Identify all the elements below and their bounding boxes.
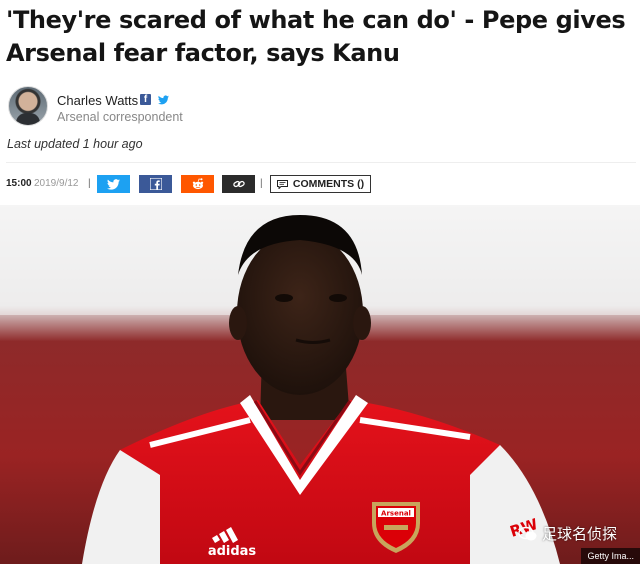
separator: | (88, 178, 91, 189)
separator: | (260, 178, 263, 189)
share-twitter-button[interactable] (97, 175, 130, 193)
twitter-icon (107, 178, 120, 190)
link-icon (232, 180, 245, 188)
divider (6, 162, 636, 163)
watermark-text: 足球名侦探 (542, 525, 618, 543)
author-twitter-icon[interactable] (158, 94, 169, 105)
crest-text: Arsenal (381, 510, 411, 518)
author-name[interactable]: Charles Watts (57, 93, 138, 108)
publish-date: 2019/9/12 (34, 178, 79, 189)
kit-brand: adidas (208, 544, 257, 559)
facebook-icon (149, 178, 162, 190)
watermark: 足球名侦探 (518, 523, 617, 544)
comments-button[interactable]: COMMENTS () (270, 175, 371, 193)
share-facebook-button[interactable] (139, 175, 172, 193)
photo-credit: Getty Ima... (581, 548, 640, 564)
share-toolbar: 15:00 2019/9/12 | | COMMENTS () (6, 174, 636, 194)
share-reddit-button[interactable] (181, 175, 214, 193)
last-updated: Last updated 1 hour ago (7, 137, 143, 151)
author-avatar[interactable] (8, 86, 48, 126)
comment-icon (276, 179, 288, 189)
comments-label: COMMENTS () (292, 178, 365, 190)
author-byline: Charles Watts f Arsenal correspondent (8, 86, 408, 126)
author-facebook-icon[interactable]: f (140, 94, 151, 105)
wechat-icon (518, 526, 537, 540)
author-role: Arsenal correspondent (57, 110, 183, 124)
publish-time: 15:00 (6, 178, 32, 189)
article-headline: 'They're scared of what he can do' - Pep… (6, 6, 626, 67)
copy-link-button[interactable] (222, 175, 255, 193)
article-hero-image[interactable]: Arsenal adidas RW Getty Ima... (0, 205, 640, 564)
reddit-icon (192, 178, 203, 190)
